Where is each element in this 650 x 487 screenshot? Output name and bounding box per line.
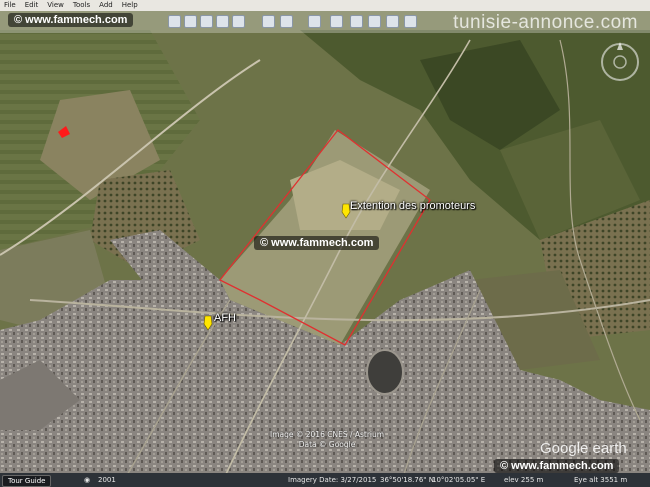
planets-icon[interactable] <box>308 15 321 28</box>
sunlight-icon[interactable] <box>280 15 293 28</box>
menu-view[interactable]: View <box>47 0 64 11</box>
imagery-date: Imagery Date: 3/27/2015 <box>288 476 377 484</box>
menu-help[interactable]: Help <box>122 0 138 11</box>
placemark-label-promoteurs[interactable]: Extention des promoteurs <box>350 200 475 212</box>
globe-icon: ◉ <box>84 476 91 484</box>
maps-icon[interactable] <box>404 15 417 28</box>
path-icon[interactable] <box>216 15 229 28</box>
google-earth-logo: Google earth <box>540 440 627 457</box>
watermark-center: © www.fammech.com <box>254 236 380 250</box>
placemark-icon[interactable] <box>184 15 197 28</box>
menu-add[interactable]: Add <box>99 0 113 11</box>
latitude: 36°50'18.76" N <box>380 476 434 484</box>
status-year: 2001 <box>98 476 116 484</box>
tour-guide-button[interactable]: Tour Guide <box>2 475 52 487</box>
site-watermark: tunisie-annonce.com <box>453 12 638 33</box>
ruler-icon[interactable] <box>330 15 343 28</box>
menu-file[interactable]: File <box>4 0 16 11</box>
status-bar: Tour Guide ◉ 2001 Imagery Date: 3/27/201… <box>0 473 650 487</box>
imagery-credit-line2: Data © Google <box>298 440 356 449</box>
image-overlay-icon[interactable] <box>232 15 245 28</box>
watermark-top-left: © www.fammech.com <box>8 13 134 27</box>
email-icon[interactable] <box>350 15 363 28</box>
imagery-credit: Image © 2016 CNES / Astrium Data © Googl… <box>270 430 384 450</box>
longitude: 10°02'05.05" E <box>432 476 486 484</box>
placemark-label-afh[interactable]: AFH <box>214 312 236 324</box>
watermark-bottom-right: © www.fammech.com <box>494 459 620 473</box>
menu-edit[interactable]: Edit <box>25 0 39 11</box>
imagery-credit-line1: Image © 2016 CNES / Astrium <box>270 430 385 439</box>
eye-altitude: Eye alt 3551 m <box>574 476 628 484</box>
historical-imagery-icon[interactable] <box>262 15 275 28</box>
print-icon[interactable] <box>368 15 381 28</box>
hide-sidebar-icon[interactable] <box>168 15 181 28</box>
save-image-icon[interactable] <box>386 15 399 28</box>
menu-tools[interactable]: Tools <box>73 0 90 11</box>
polygon-icon[interactable] <box>200 15 213 28</box>
elevation: elev 255 m <box>504 476 544 484</box>
menu-bar: File Edit View Tools Add Help <box>0 0 650 11</box>
